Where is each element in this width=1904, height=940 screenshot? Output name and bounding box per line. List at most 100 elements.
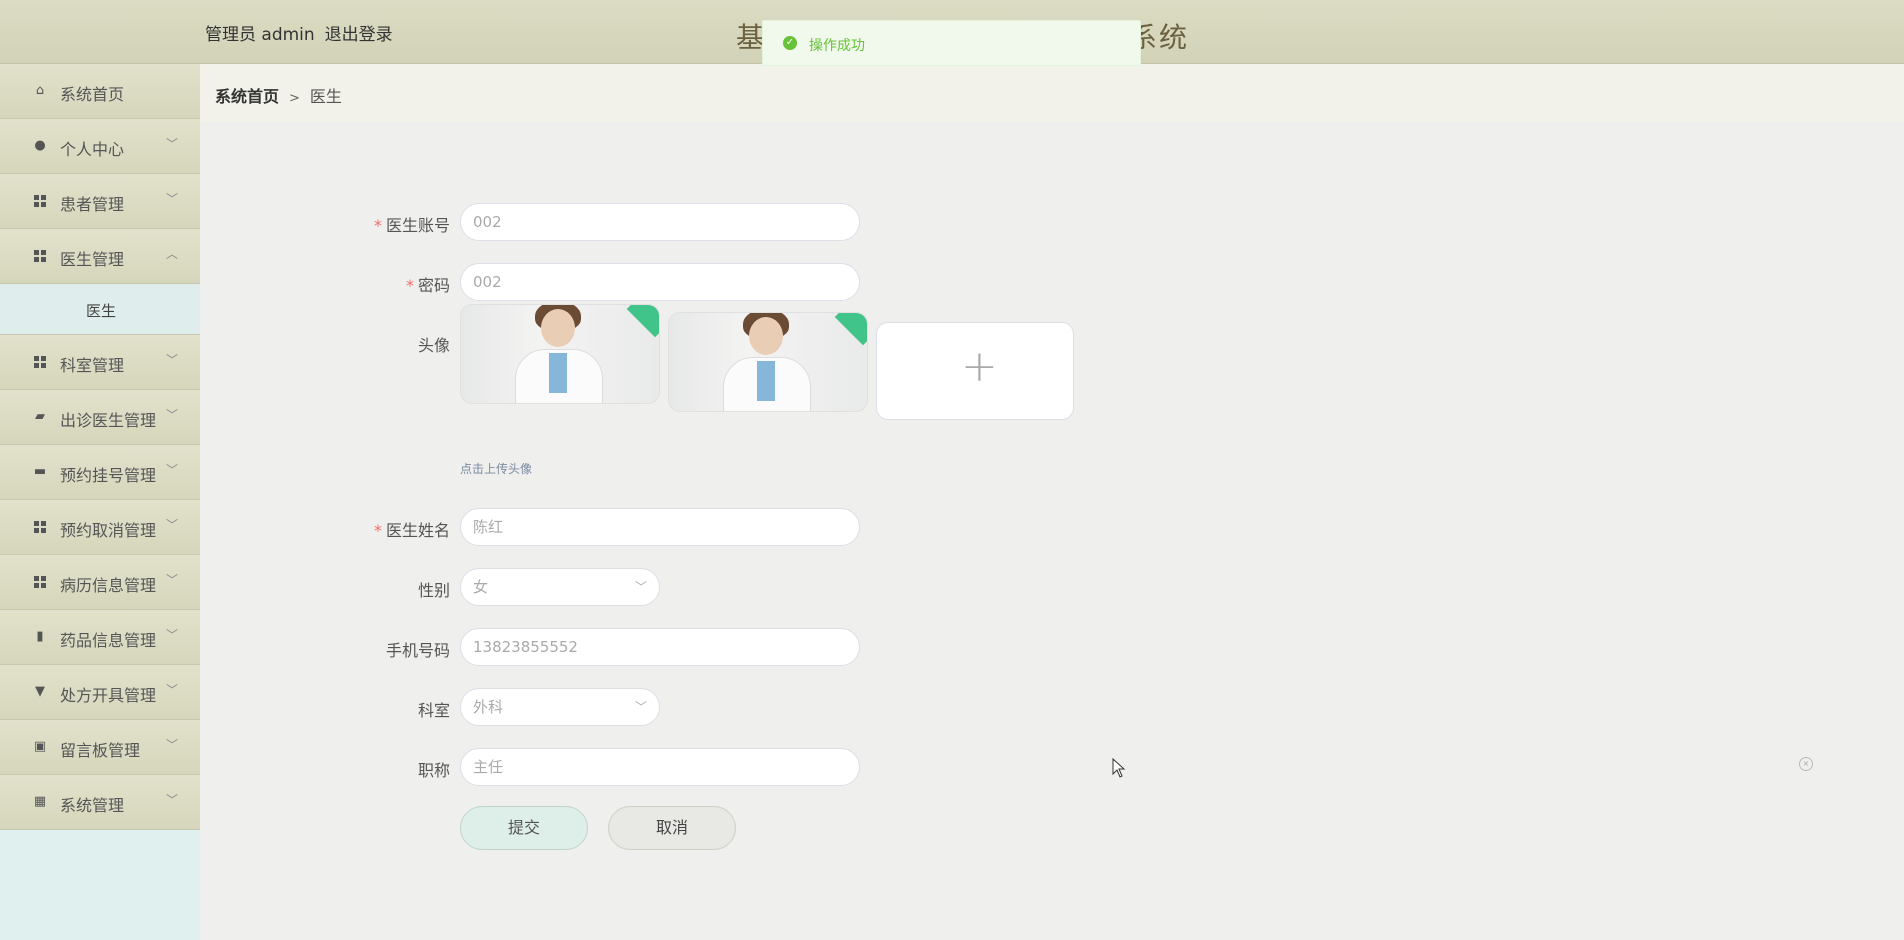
required-mark: * <box>373 216 382 235</box>
admin-label: 管理员 admin <box>205 25 315 45</box>
name-label-text: 医生姓名 <box>385 521 450 540</box>
sidebar-item-label: 个人中心 <box>60 140 125 159</box>
sidebar-item-label: 处方开具管理 <box>60 686 157 705</box>
sidebar-item-records[interactable]: 病历信息管理 ﹀ <box>0 555 200 610</box>
department-select-value: 外科 <box>473 698 504 716</box>
breadcrumb-current: 医生 <box>309 87 342 106</box>
toast-message: 操作成功 <box>809 38 865 54</box>
gender-select-value: 女 <box>473 578 489 596</box>
department-select[interactable]: 外科 ﹀ <box>460 688 660 726</box>
password-input[interactable]: 002 <box>460 263 860 301</box>
chevron-down-icon: ﹀ <box>165 628 178 642</box>
grid-icon <box>33 520 47 534</box>
stamp-icon: ▼ <box>35 684 45 699</box>
title-input[interactable]: 主任 <box>460 748 860 786</box>
gender-label: 性别 <box>417 581 450 600</box>
sidebar-item-profile[interactable]: ● 个人中心 ﹀ <box>0 119 200 174</box>
mouse-cursor-icon <box>1112 758 1126 778</box>
required-mark: * <box>373 521 382 540</box>
chevron-down-icon: ﹀ <box>165 518 178 532</box>
account-input[interactable]: 002 <box>460 203 860 241</box>
password-label-text: 密码 <box>417 276 450 295</box>
avatar-hint: 点击上传头像 <box>460 462 533 476</box>
avatar-label: 头像 <box>417 336 450 355</box>
sidebar-item-label: 系统管理 <box>60 796 125 815</box>
chevron-down-icon: ﹀ <box>165 408 178 422</box>
cancel-button[interactable]: 取消 <box>608 806 736 850</box>
logout-link[interactable]: 退出登录 <box>325 25 393 45</box>
avatar-upload-button[interactable]: + <box>876 322 1074 420</box>
avatar-thumbnail[interactable] <box>668 312 868 412</box>
sidebar-item-label: 患者管理 <box>60 195 125 214</box>
chevron-up-icon: ︿ <box>165 247 178 261</box>
sidebar-item-label: 医生管理 <box>60 250 125 269</box>
phone-input[interactable]: 13823855552 <box>460 628 860 666</box>
uploaded-badge-icon <box>626 305 659 338</box>
password-label: * 密码 <box>300 272 450 296</box>
sidebar-item-medicines[interactable]: ▮ 药品信息管理 ﹀ <box>0 610 200 665</box>
sidebar-item-visiting-doctors[interactable]: ▰ 出诊医生管理 ﹀ <box>0 390 200 445</box>
sidebar-item-label: 病历信息管理 <box>60 576 157 595</box>
sidebar-item-system[interactable]: ▦ 系统管理 ﹀ <box>0 775 200 830</box>
avatar-thumbnail[interactable] <box>460 304 660 404</box>
breadcrumb-home[interactable]: 系统首页 <box>215 87 279 106</box>
chevron-down-icon: ﹀ <box>165 353 178 367</box>
chevron-down-icon: ﹀ <box>165 573 178 587</box>
sidebar-item-patients[interactable]: 患者管理 ﹀ <box>0 174 200 229</box>
department-label: 科室 <box>417 701 450 720</box>
name-input[interactable]: 陈红 <box>460 508 860 546</box>
sidebar-item-label: 留言板管理 <box>60 741 141 760</box>
chevron-down-icon: ﹀ <box>634 700 647 714</box>
grid-icon <box>33 355 47 369</box>
success-toast: ✓ 操作成功 <box>762 20 1141 66</box>
apps-icon: ▦ <box>33 794 47 809</box>
sidebar-item-appointments[interactable]: ▬ 预约挂号管理 ﹀ <box>0 445 200 500</box>
close-circle-icon[interactable]: × <box>1799 757 1813 771</box>
user-icon: ● <box>34 138 46 153</box>
main-content: * 医生账号 002 * 密码 002 头像 + 点击上传头像 * 医生姓名 陈红 性… <box>200 122 1904 940</box>
sidebar-item-cancellations[interactable]: 预约取消管理 ﹀ <box>0 500 200 555</box>
name-label: * 医生姓名 <box>300 517 450 541</box>
breadcrumb-separator: > <box>289 91 300 106</box>
avatar-face <box>541 309 575 347</box>
account-label-text: 医生账号 <box>385 216 450 235</box>
sidebar-item-label: 预约取消管理 <box>60 521 157 540</box>
sidebar: ⌂ 系统首页 ● 个人中心 ﹀ 患者管理 ﹀ 医生管理 ︿ 医生 科室管理 ﹀ … <box>0 64 200 940</box>
gender-select[interactable]: 女 ﹀ <box>460 568 660 606</box>
grid-icon <box>33 249 47 263</box>
sidebar-item-label: 系统首页 <box>60 85 125 104</box>
avatar-face <box>749 317 783 355</box>
account-label: * 医生账号 <box>300 212 450 236</box>
chevron-down-icon: ﹀ <box>165 738 178 752</box>
chevron-down-icon: ﹀ <box>165 683 178 697</box>
sidebar-subitem-label: 医生 <box>86 302 117 320</box>
note-icon: ▣ <box>33 739 47 754</box>
home-icon: ⌂ <box>35 83 45 98</box>
sidebar-item-prescriptions[interactable]: ▼ 处方开具管理 ﹀ <box>0 665 200 720</box>
sidebar-item-label: 科室管理 <box>60 356 125 375</box>
check-circle-icon: ✓ <box>783 36 797 50</box>
avatar-scrub <box>549 353 567 393</box>
sidebar-item-doctors[interactable]: 医生管理 ︿ <box>0 229 200 284</box>
breadcrumb: 系统首页 > 医生 <box>200 64 1904 123</box>
phone-label: 手机号码 <box>385 641 450 660</box>
sidebar-item-departments[interactable]: 科室管理 ﹀ <box>0 335 200 390</box>
plus-icon: + <box>961 341 998 392</box>
avatar-scrub <box>757 361 775 401</box>
clipboard-icon: ▮ <box>36 629 44 644</box>
submit-button[interactable]: 提交 <box>460 806 588 850</box>
admin-info: 管理员 admin 退出登录 <box>205 20 403 45</box>
chevron-down-icon: ﹀ <box>165 463 178 477</box>
sidebar-item-home[interactable]: ⌂ 系统首页 <box>0 64 200 119</box>
uploaded-badge-icon <box>834 313 867 346</box>
sidebar-subitem-doctor[interactable]: 医生 <box>0 284 200 335</box>
sidebar-item-label: 出诊医生管理 <box>60 411 157 430</box>
sidebar-item-label: 预约挂号管理 <box>60 466 157 485</box>
sidebar-item-label: 药品信息管理 <box>60 631 157 650</box>
chevron-down-icon: ﹀ <box>165 793 178 807</box>
grid-icon <box>33 575 47 589</box>
sidebar-item-messages[interactable]: ▣ 留言板管理 ﹀ <box>0 720 200 775</box>
chevron-down-icon: ﹀ <box>634 580 647 594</box>
required-mark: * <box>405 276 414 295</box>
chevron-down-icon: ﹀ <box>165 192 178 206</box>
